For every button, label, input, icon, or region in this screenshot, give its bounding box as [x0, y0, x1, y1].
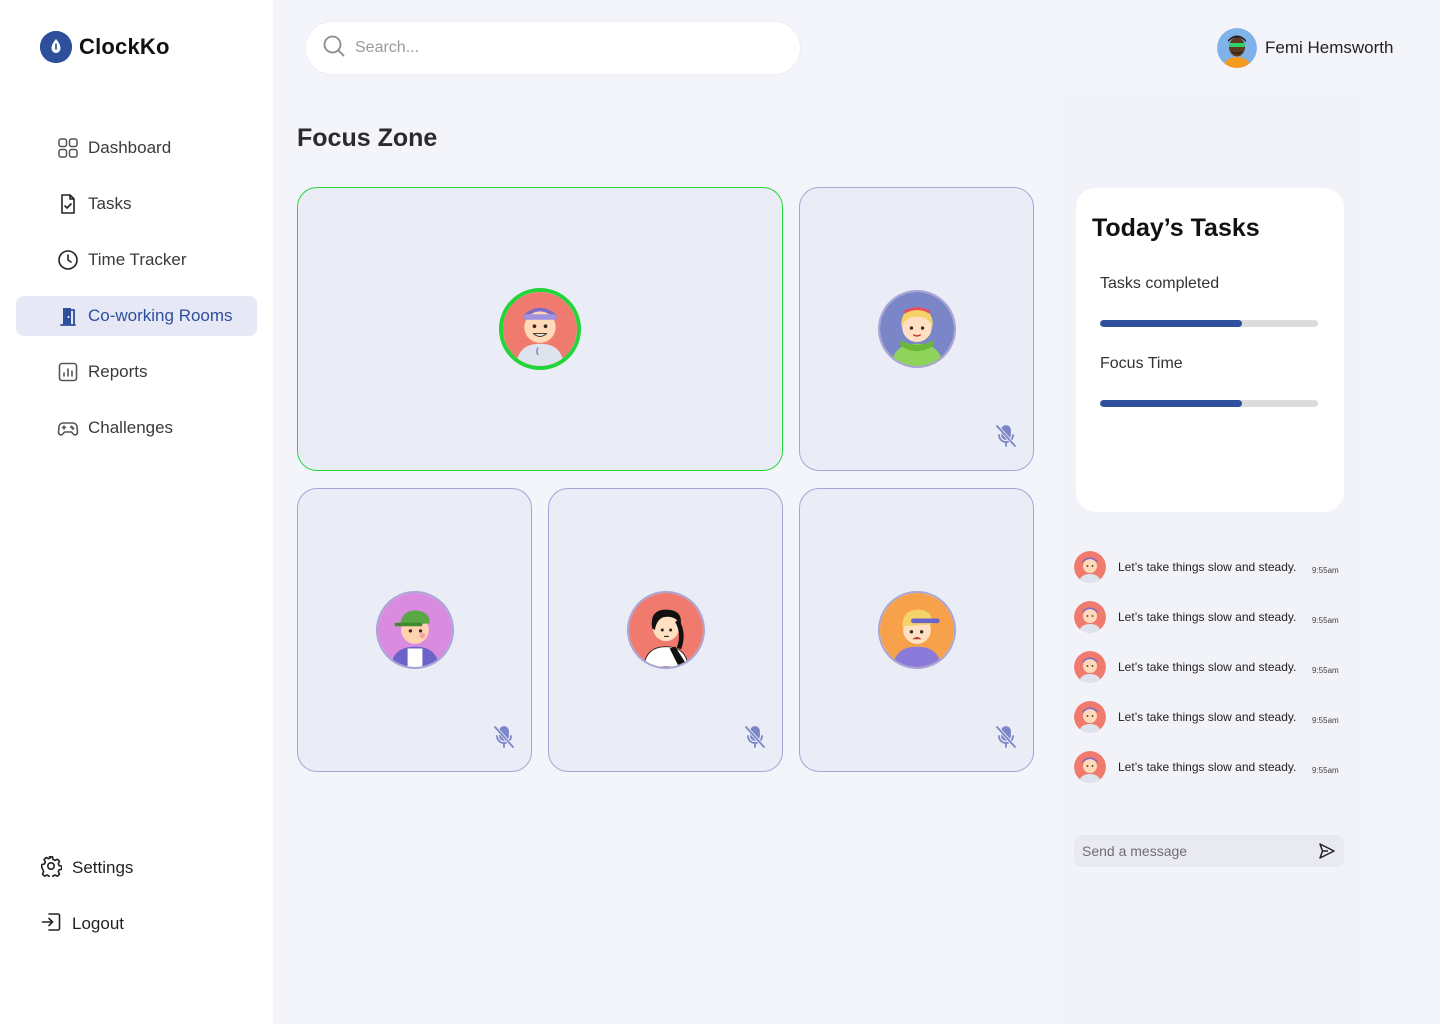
gear-icon [40, 855, 63, 882]
participant-tile[interactable] [799, 488, 1034, 772]
settings-label: Settings [72, 858, 134, 877]
focus-time-label: Focus Time [1100, 355, 1183, 372]
sidebar-item-reports[interactable]: Reports [16, 352, 257, 392]
sender-avatar [1074, 751, 1106, 783]
sidebar-item-label: Challenges [88, 418, 174, 437]
sidebar-item-coworking-rooms[interactable]: Co-working Rooms [16, 296, 257, 336]
sidebar-nav: Dashboard Tasks Time Tracker Co-working … [16, 128, 257, 464]
sidebar-bottom: Settings Logout [40, 852, 133, 964]
sidebar-item-label: Time Tracker [88, 250, 187, 269]
search-icon [322, 34, 346, 63]
chat-message: Let’s take things slow and steady. 9:55a… [1074, 550, 1346, 584]
sender-avatar [1074, 651, 1106, 683]
green-cap-boy-avatar [375, 591, 454, 669]
yellow-cap-boy-avatar [877, 591, 956, 669]
black-hair-girl-avatar [626, 591, 705, 669]
search-bar [305, 21, 801, 75]
user-name: Femi Hemsworth [1265, 38, 1394, 57]
sidebar-item-label: Dashboard [88, 138, 172, 157]
search-input[interactable] [355, 39, 775, 57]
message-time: 9:55am [1312, 616, 1339, 625]
participant-tile[interactable] [548, 488, 783, 772]
mic-off-icon[interactable] [744, 725, 766, 749]
sidebar-item-dashboard[interactable]: Dashboard [16, 128, 257, 168]
astronaut-boy-avatar [499, 288, 581, 370]
grid-icon [57, 137, 79, 159]
message-composer [1074, 835, 1344, 867]
logout-label: Logout [72, 914, 124, 933]
task-progress-bar [1100, 320, 1318, 327]
todays-tasks-card: Today’s Tasks Tasks completed Focus Time [1076, 188, 1344, 512]
message-text: Let’s take things slow and steady. [1118, 560, 1297, 574]
task-progress-fill [1100, 320, 1242, 327]
logout-icon [40, 911, 62, 938]
sender-avatar [1074, 701, 1106, 733]
logout-link[interactable]: Logout [40, 908, 133, 940]
task-file-icon [57, 193, 79, 215]
chat-message: Let’s take things slow and steady. 9:55a… [1074, 600, 1346, 634]
door-icon [57, 305, 79, 327]
sidebar-item-label: Co-working Rooms [88, 306, 233, 325]
send-icon[interactable] [1318, 842, 1336, 860]
message-time: 9:55am [1312, 566, 1339, 575]
clock-icon [57, 249, 79, 271]
participant-tile[interactable] [297, 187, 783, 471]
chat-message: Let’s take things slow and steady. 9:55a… [1074, 750, 1346, 784]
chat-message: Let’s take things slow and steady. 9:55a… [1074, 650, 1346, 684]
participant-tile[interactable] [799, 187, 1034, 471]
page-title: Focus Zone [297, 124, 438, 152]
sidebar-item-challenges[interactable]: Challenges [16, 408, 257, 448]
mic-off-icon[interactable] [493, 725, 515, 749]
message-time: 9:55am [1312, 666, 1339, 675]
message-input[interactable] [1082, 843, 1310, 859]
participant-tile[interactable] [297, 488, 532, 772]
sidebar: ClockKo Dashboard Tasks Time Tracker Co-… [0, 0, 273, 1024]
message-time: 9:55am [1312, 766, 1339, 775]
chat-messages: Let’s take things slow and steady. 9:55a… [1074, 550, 1346, 800]
message-time: 9:55am [1312, 716, 1339, 725]
sidebar-item-label: Tasks [88, 194, 132, 213]
sidebar-item-tasks[interactable]: Tasks [16, 184, 257, 224]
sender-avatar [1074, 601, 1106, 633]
message-text: Let’s take things slow and steady. [1118, 710, 1297, 724]
user-profile[interactable]: Femi Hemsworth [1217, 28, 1393, 68]
message-text: Let’s take things slow and steady. [1118, 610, 1297, 624]
focus-time-fill [1100, 400, 1242, 407]
message-text: Let’s take things slow and steady. [1118, 660, 1297, 674]
app-name: ClockKo [79, 34, 170, 59]
bar-chart-icon [57, 361, 79, 383]
message-text: Let’s take things slow and steady. [1118, 760, 1297, 774]
mic-off-icon[interactable] [995, 424, 1017, 448]
mic-off-icon[interactable] [995, 725, 1017, 749]
gamepad-icon [57, 417, 79, 439]
blonde-girl-avatar [877, 290, 956, 368]
chat-message: Let’s take things slow and steady. 9:55a… [1074, 700, 1346, 734]
sender-avatar [1074, 551, 1106, 583]
sidebar-item-time-tracker[interactable]: Time Tracker [16, 240, 257, 280]
clock-logo-icon [40, 31, 72, 63]
app-logo[interactable]: ClockKo [40, 31, 170, 63]
task-progress-label: Tasks completed [1100, 275, 1220, 292]
settings-link[interactable]: Settings [40, 852, 133, 884]
focus-time-bar [1100, 400, 1318, 407]
tasks-title: Today’s Tasks [1092, 214, 1260, 242]
sidebar-item-label: Reports [88, 362, 148, 381]
user-avatar [1217, 28, 1257, 68]
